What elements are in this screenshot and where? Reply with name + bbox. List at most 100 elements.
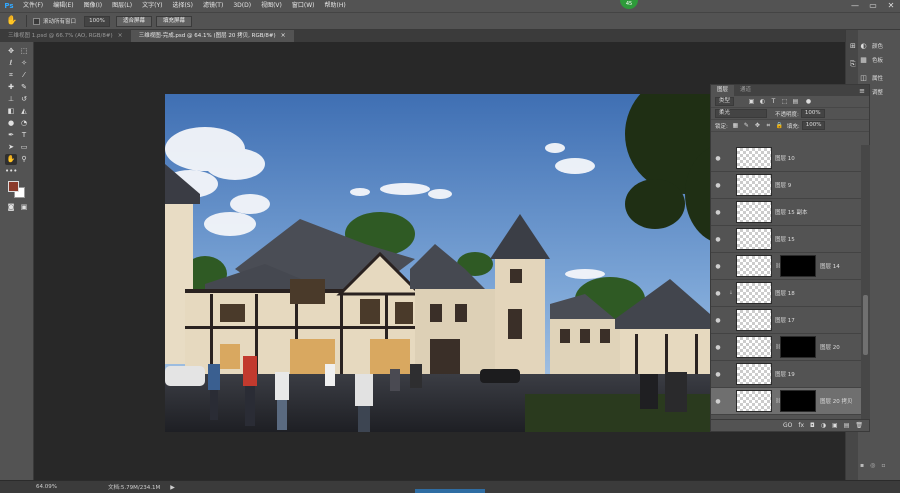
tab-document-1[interactable]: 三维视图 1.psd @ 66.7% (AO, RGB/8#) × [0,30,131,42]
adjustment-layer-icon[interactable]: ◑ [821,422,826,429]
dock-item-properties[interactable]: ◫ 属性 [849,72,899,84]
layer-name[interactable]: 图层 17 [775,316,795,324]
dodge-tool-icon[interactable]: ◔ [18,118,30,129]
scroll-all-checkbox[interactable] [33,17,40,25]
menu-item[interactable]: 文字(Y) [137,0,167,12]
hand-tool-icon[interactable]: ✋ [5,154,17,165]
layer-row[interactable]: ● 图层 19 [711,361,861,388]
blur-tool-icon[interactable]: ● [5,118,17,129]
lock-move-icon[interactable]: ✥ [754,122,761,129]
layer-row[interactable]: ● 图层 17 [711,307,861,334]
layer-name[interactable]: 图层 18 [775,289,795,297]
close-icon[interactable]: × [281,30,286,42]
layer-row[interactable]: ● ⛓ 图层 20 拷贝 [711,388,861,415]
pen-tool-icon[interactable]: ✒ [5,130,17,141]
layer-thumbnail[interactable] [736,255,772,277]
type-filter-icon[interactable]: T [770,98,777,105]
new-group-icon[interactable]: ▣ [832,422,838,429]
menu-item[interactable]: 图像(I) [79,0,107,12]
zoom-readout[interactable]: 64.09% [0,484,76,490]
fit-screen-button[interactable]: 适合屏幕 [116,15,153,27]
layer-name[interactable]: 图层 15 [775,235,795,243]
layer-row[interactable]: ● ⛓ 图层 14 [711,253,861,280]
tab-document-2[interactable]: 三维视图-完成.psd @ 64.1% (图层 20 拷贝, RGB/8#) × [130,30,294,42]
tab-channels[interactable]: 通道 [734,85,757,96]
menu-item[interactable]: 帮助(H) [320,0,351,12]
adjust-filter-icon[interactable]: ◐ [759,98,766,105]
tool-icon[interactable]: ▫ [881,462,885,469]
layer-thumbnail[interactable] [736,309,772,331]
quick-mask-icon[interactable]: ◙ [5,202,17,213]
rectangle-tool-icon[interactable]: ▭ [18,142,30,153]
layer-name[interactable]: 图层 19 [775,370,795,378]
move-tool-icon[interactable]: ✥ [5,46,17,57]
visibility-eye-icon[interactable]: ● [711,209,725,216]
visibility-eye-icon[interactable]: ● [711,236,725,243]
layer-thumbnail[interactable] [736,174,772,196]
panel-menu-icon[interactable]: ≡ [859,87,869,95]
close-icon[interactable]: × [118,30,123,42]
visibility-eye-icon[interactable]: ● [711,182,725,189]
layer-row[interactable]: ● 图层 15 [711,226,861,253]
layer-name[interactable]: 图层 14 [820,262,840,270]
path-select-icon[interactable]: ➤ [5,142,17,153]
crop-tool-icon[interactable]: ⌗ [5,70,17,81]
layer-list-scrollbar[interactable] [861,145,870,419]
eyedropper-icon[interactable]: ⁄ [18,70,30,81]
menu-item[interactable]: 文件(F) [18,0,48,12]
tool-icon[interactable]: ▪ [860,462,864,469]
layer-name[interactable]: 图层 20 拷贝 [820,397,853,405]
layer-list[interactable]: ● 图层 10 ● 图层 9 ● 图层 15 副本 ● 图层 15 ● ⛓ 图层 14 ● ↓ 图层 18… [711,145,861,419]
type-tool-icon[interactable]: T [18,130,30,141]
layer-thumbnail[interactable] [736,390,772,412]
visibility-eye-icon[interactable]: ● [711,290,725,297]
layer-thumbnail[interactable] [736,282,772,304]
layer-mask-thumbnail[interactable] [780,390,816,412]
layer-row[interactable]: ● 图层 15 副本 [711,199,861,226]
layer-row[interactable]: ● ⛓ 图层 20 [711,334,861,361]
hand-tool-icon[interactable]: ✋ [4,14,20,28]
magic-wand-icon[interactable]: ✧ [18,58,30,69]
delete-layer-icon[interactable]: 🗑 [855,422,863,429]
dock-item-color[interactable]: ◐ 颜色 [849,40,899,52]
lock-all-icon[interactable]: 🔒 [776,122,783,129]
visibility-eye-icon[interactable]: ● [711,371,725,378]
eraser-tool-icon[interactable]: ◧ [5,106,17,117]
visibility-eye-icon[interactable]: ● [711,344,725,351]
layer-row[interactable]: ● 图层 9 [711,172,861,199]
fx-icon[interactable]: fx [798,422,804,429]
close-button[interactable]: ✕ [882,0,900,12]
fill-screen-button[interactable]: 填充屏幕 [156,15,193,27]
add-mask-icon[interactable]: ◘ [810,422,815,429]
pixel-filter-icon[interactable]: ▣ [748,98,755,105]
lasso-tool-icon[interactable]: ℓ [5,58,17,69]
marquee-tool-icon[interactable]: ⬚ [18,46,30,57]
opacity-field[interactable]: 100% [800,109,825,118]
dock-item-swatches[interactable]: ▦ 色板 [849,54,899,66]
healing-brush-icon[interactable]: ✚ [5,82,17,93]
history-brush-icon[interactable]: ↺ [18,94,30,105]
layer-mask-thumbnail[interactable] [780,255,816,277]
layer-row[interactable]: ● 图层 10 [711,145,861,172]
menu-item[interactable]: 窗口(W) [287,0,320,12]
minimize-button[interactable]: — [846,0,864,12]
maximize-button[interactable]: ▭ [864,0,882,12]
layer-thumbnail[interactable] [736,336,772,358]
menu-item[interactable]: 视图(V) [256,0,287,12]
zoom-field[interactable]: 100% [84,15,111,27]
visibility-eye-icon[interactable]: ● [711,263,725,270]
filter-kind-select[interactable]: 类型 [715,97,735,106]
lock-artboard-icon[interactable]: ⌗ [765,122,772,129]
lock-pixels-icon[interactable]: ▦ [732,122,739,129]
visibility-eye-icon[interactable]: ● [711,317,725,324]
layer-row[interactable]: ● ↓ 图层 18 [711,280,861,307]
scrollbar-thumb[interactable] [863,295,868,355]
visibility-eye-icon[interactable]: ● [711,155,725,162]
layer-thumbnail[interactable] [736,363,772,385]
lock-paint-icon[interactable]: ✎ [743,122,750,129]
menu-item[interactable]: 编辑(E) [48,0,78,12]
brush-tool-icon[interactable]: ✎ [18,82,30,93]
menu-item[interactable]: 滤镜(T) [198,0,228,12]
smart-filter-icon[interactable]: ▤ [792,98,799,105]
paint-bucket-icon[interactable]: ◭ [18,106,30,117]
